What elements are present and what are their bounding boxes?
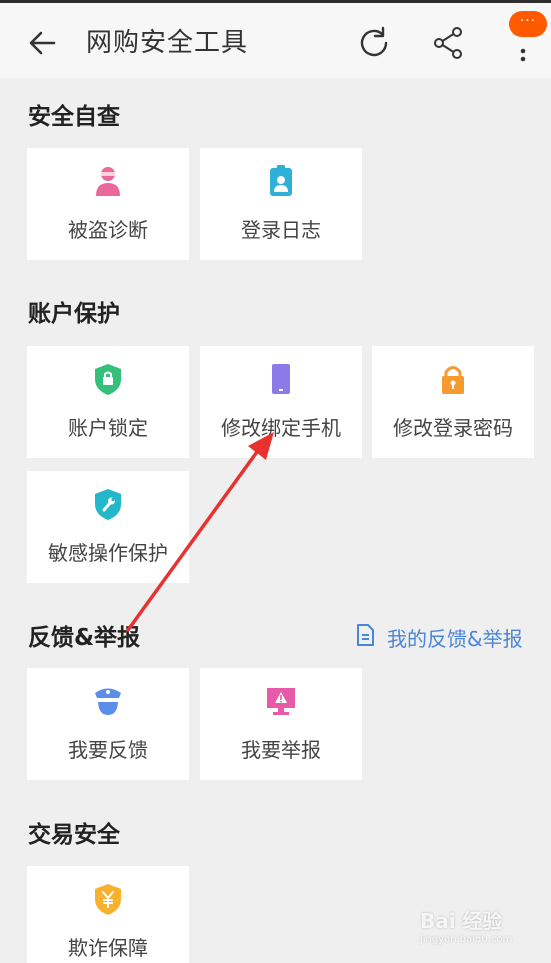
tile-label: 敏感操作保护 <box>48 541 168 565</box>
tile-fraud-protection[interactable]: 欺诈保障 <box>27 866 189 963</box>
padlock-icon <box>437 362 469 396</box>
section-title-self-check: 安全自查 <box>28 104 120 130</box>
tile-label: 我要反馈 <box>68 738 148 762</box>
tile-feedback[interactable]: 我要反馈 <box>27 668 189 780</box>
id-badge-icon <box>265 164 297 198</box>
section-title-feedback: 反馈&举报 <box>28 625 141 651</box>
warning-monitor-icon <box>265 684 297 718</box>
phone-icon <box>265 362 297 396</box>
back-arrow-icon[interactable] <box>24 25 60 61</box>
section-title-account: 账户保护 <box>28 301 120 327</box>
tile-sensitive-protection[interactable]: 敏感操作保护 <box>27 471 189 583</box>
tile-report[interactable]: 我要举报 <box>200 668 362 780</box>
tile-label: 被盗诊断 <box>68 218 148 242</box>
tile-change-phone[interactable]: 修改绑定手机 <box>200 346 362 458</box>
page-title: 网购安全工具 <box>86 28 249 58</box>
my-feedback-link[interactable]: 我的反馈&举报 <box>355 622 523 652</box>
message-badge[interactable]: ··· <box>509 11 547 37</box>
tile-change-password[interactable]: 修改登录密码 <box>372 346 534 458</box>
watermark-text: Bai 经验 <box>420 909 503 933</box>
shield-yuan-icon <box>92 882 124 916</box>
tile-label: 登录日志 <box>241 218 321 242</box>
tile-label: 账户锁定 <box>68 416 148 440</box>
person-masked-icon <box>92 164 124 198</box>
shield-wrench-icon <box>92 487 124 521</box>
refresh-icon[interactable] <box>356 23 392 63</box>
baidu-watermark: Bai 经验 jingyan.baidu.com <box>420 905 540 955</box>
share-icon[interactable] <box>430 23 466 63</box>
top-bar: 网购安全工具 ··· <box>0 0 551 78</box>
tile-label: 欺诈保障 <box>68 936 148 960</box>
my-feedback-link-label: 我的反馈&举报 <box>387 626 523 651</box>
app-screen: 网购安全工具 ··· 安全自查 被盗诊断 登录日志 账户保护 账户锁定 修改绑定… <box>0 0 551 963</box>
document-icon <box>355 623 375 651</box>
tile-account-lock[interactable]: 账户锁定 <box>27 346 189 458</box>
tile-theft-diagnosis[interactable]: 被盗诊断 <box>27 148 189 260</box>
tile-label: 修改登录密码 <box>393 416 513 440</box>
watermark-subtext: jingyan.baidu.com <box>420 934 513 945</box>
tile-label: 我要举报 <box>241 738 321 762</box>
section-title-trade: 交易安全 <box>28 822 120 848</box>
tile-label: 修改绑定手机 <box>221 416 341 440</box>
shield-lock-icon <box>92 362 124 396</box>
police-cap-icon <box>92 684 124 718</box>
tile-login-log[interactable]: 登录日志 <box>200 148 362 260</box>
